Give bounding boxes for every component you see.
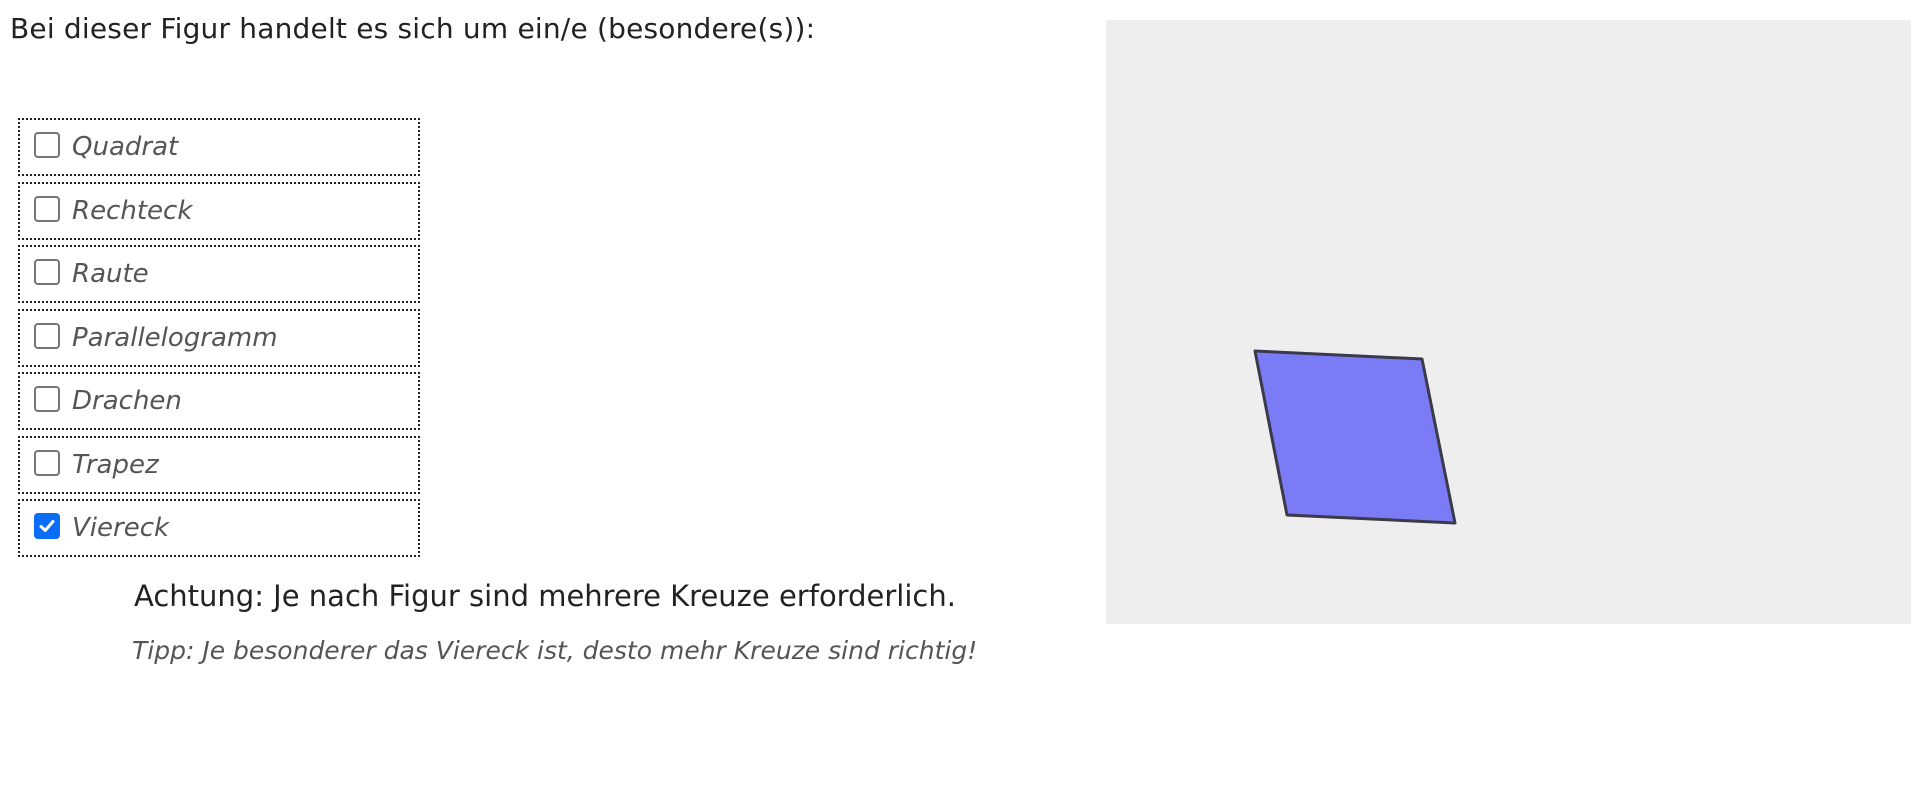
checkbox-raute[interactable] xyxy=(34,259,60,285)
option-quadrat[interactable]: Quadrat xyxy=(18,118,420,176)
checkbox-quadrat[interactable] xyxy=(34,132,60,158)
option-parallelogramm[interactable]: Parallelogramm xyxy=(18,308,420,367)
figure-canvas xyxy=(1106,20,1911,624)
option-trapez[interactable]: Trapez xyxy=(18,435,420,494)
option-rechteck[interactable]: Rechteck xyxy=(18,181,420,240)
checkbox-rechteck[interactable] xyxy=(34,195,60,222)
option-label: Viereck xyxy=(72,513,170,543)
option-label: Drachen xyxy=(72,386,182,416)
checkbox-viereck[interactable] xyxy=(34,513,60,539)
option-drachen[interactable]: Drachen xyxy=(18,372,420,430)
checkmark-icon xyxy=(39,520,55,532)
tip-text: Tipp: Je besonderer das Viereck ist, des… xyxy=(132,636,978,665)
quadrilateral-shape xyxy=(1253,349,1457,525)
checkbox-parallelogramm[interactable] xyxy=(34,322,60,349)
question-text: Bei dieser Figur handelt es sich um ein/… xyxy=(10,12,816,45)
option-label: Parallelogramm xyxy=(72,322,278,353)
option-label: Raute xyxy=(72,259,149,289)
option-label: Quadrat xyxy=(72,132,179,162)
options-list: Quadrat Rechteck Raute Parallelogramm Dr… xyxy=(18,118,420,563)
option-raute[interactable]: Raute xyxy=(18,245,420,303)
checkbox-drachen[interactable] xyxy=(34,386,60,412)
figure-svg xyxy=(1253,349,1457,525)
option-label: Trapez xyxy=(72,449,159,480)
warning-text: Achtung: Je nach Figur sind mehrere Kreu… xyxy=(134,579,956,613)
option-label: Rechteck xyxy=(72,195,193,226)
option-viereck[interactable]: Viereck xyxy=(18,499,420,557)
checkbox-trapez[interactable] xyxy=(34,449,60,476)
